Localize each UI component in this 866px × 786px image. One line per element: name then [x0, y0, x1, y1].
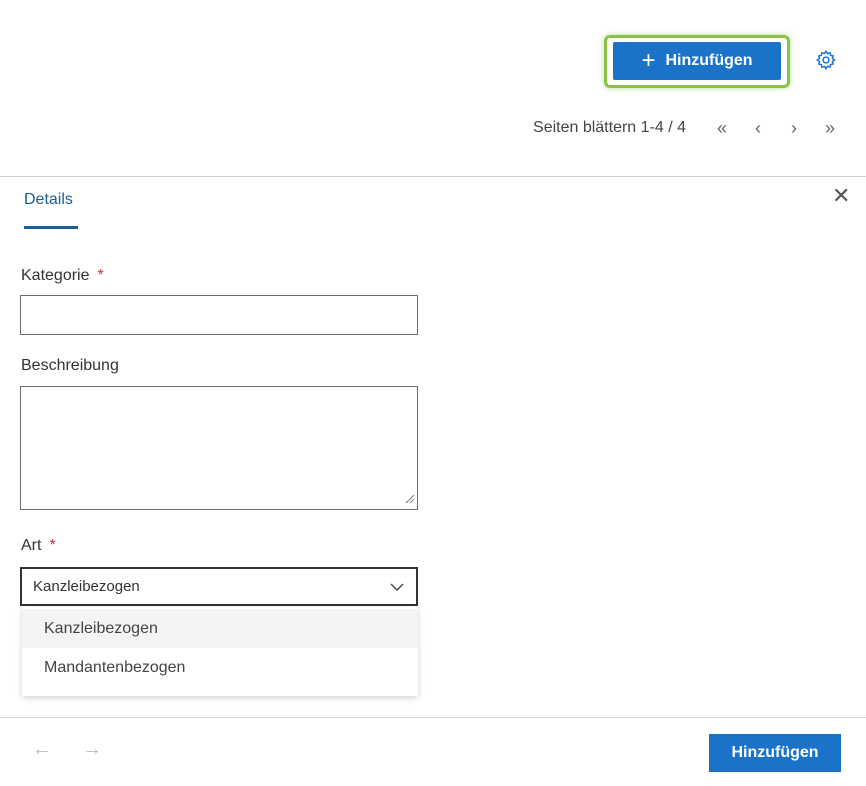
- toolbar: + Hinzufügen Seiten blättern 1-4 / 4 « ‹…: [0, 0, 866, 176]
- tab-active-indicator: [24, 226, 78, 229]
- beschreibung-textarea[interactable]: [20, 386, 418, 510]
- art-dropdown: Kanzleibezogen Mandantenbezogen: [22, 607, 418, 696]
- art-option-kanzleibezogen[interactable]: Kanzleibezogen: [22, 609, 418, 648]
- art-option-mandantenbezogen[interactable]: Mandantenbezogen: [22, 648, 418, 687]
- plus-icon: +: [641, 47, 656, 74]
- chevron-down-icon: [390, 583, 404, 591]
- resize-grip-icon[interactable]: [403, 492, 415, 504]
- art-select[interactable]: Kanzleibezogen: [20, 567, 418, 606]
- arrow-right-icon[interactable]: →: [82, 738, 102, 761]
- gear-icon[interactable]: [815, 49, 837, 71]
- kategorie-input[interactable]: [20, 295, 418, 335]
- last-page-icon[interactable]: »: [812, 118, 848, 139]
- panel-footer: ← → Hinzufügen: [0, 717, 866, 786]
- required-marker: *: [49, 537, 56, 554]
- pagination: Seiten blättern 1-4 / 4 « ‹ › »: [533, 116, 848, 140]
- art-label-text: Art: [21, 537, 42, 554]
- tab-details[interactable]: Details: [24, 191, 73, 209]
- details-panel: Details ✕ Kategorie * Beschreibung Art * K…: [0, 176, 866, 786]
- add-button-label: Hinzufügen: [665, 52, 753, 69]
- pagination-text: Seiten blättern 1-4 / 4: [533, 119, 686, 136]
- kategorie-label-text: Kategorie: [21, 267, 90, 284]
- add-button[interactable]: + Hinzufügen: [613, 42, 781, 80]
- art-selected-value: Kanzleibezogen: [33, 578, 140, 595]
- beschreibung-label: Beschreibung: [21, 357, 119, 374]
- required-marker: *: [97, 267, 104, 284]
- first-page-icon[interactable]: «: [704, 118, 740, 139]
- next-page-icon[interactable]: ›: [776, 118, 812, 139]
- arrow-left-icon[interactable]: ←: [32, 738, 52, 761]
- close-icon[interactable]: ✕: [832, 185, 850, 207]
- art-label: Art *: [21, 537, 56, 555]
- submit-add-button[interactable]: Hinzufügen: [709, 734, 841, 772]
- kategorie-label: Kategorie *: [21, 267, 104, 285]
- prev-page-icon[interactable]: ‹: [740, 118, 776, 139]
